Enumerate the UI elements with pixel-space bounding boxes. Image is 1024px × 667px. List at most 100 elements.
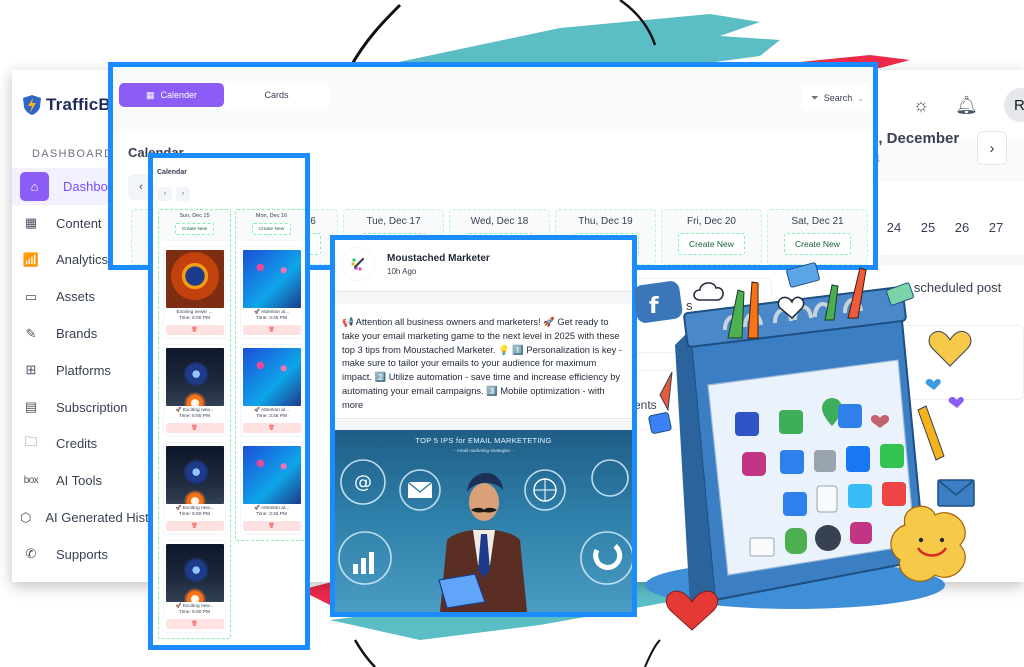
home-icon: ⌂ — [20, 171, 49, 201]
tab-label: Calender — [160, 90, 198, 100]
delete-post-button[interactable]: 🗑 — [242, 325, 301, 335]
narrow-day-date: Mon, Dec 16 — [255, 213, 288, 219]
chart-bar — [353, 564, 358, 574]
day-label: Thu, Dec 19 — [578, 216, 633, 227]
sidebar-item-label: Supports — [56, 546, 109, 562]
no-scheduled-posts-text: e scheduled post — [903, 280, 1002, 295]
prev-button[interactable]: ‹ — [158, 187, 172, 201]
day-label: Wed, Dec 18 — [470, 216, 529, 227]
at-icon: @ — [354, 472, 372, 493]
create-new-button[interactable]: Create New — [251, 223, 292, 235]
comments-label-partial: ents — [634, 398, 657, 412]
delete-post-button[interactable]: 🗑 — [165, 423, 224, 433]
post-caption: 🚀 Exciting new... — [175, 408, 214, 413]
scheduled-post-card[interactable]: Exciting news! ... Time: 5:00 PM 🗑 — [163, 246, 226, 339]
post-time: Time: 3:45 PM — [255, 512, 287, 517]
delete-post-button[interactable]: 🗑 — [165, 521, 224, 531]
sidebar-item-label: Content — [56, 215, 102, 231]
sidebar-item-credits[interactable]: 🗀 Credits — [12, 426, 152, 463]
scheduled-post-card[interactable]: 🚀 Attention al... Time: 3:45 PM 🗑 — [240, 442, 303, 535]
post-thumbnail[interactable] — [165, 544, 224, 602]
search-filter-dropdown[interactable]: ⏷ Search ⌄ — [800, 85, 870, 111]
scheduled-post-card[interactable]: 🚀 Attention al... Time: 3:45 PM 🗑 — [240, 344, 303, 437]
post-time: Time: 5:50 PM — [178, 610, 210, 615]
trash-icon: 🗑 — [268, 523, 275, 529]
trash-icon: 🗑 — [191, 327, 198, 333]
brand-logo[interactable]: TrafficBo — [22, 94, 121, 116]
post-thumbnail[interactable] — [242, 446, 301, 504]
post-thumbnail[interactable] — [242, 250, 301, 308]
chart-bar — [369, 552, 374, 574]
post-caption: 🚀 Attention al... — [253, 506, 290, 511]
next-month-button[interactable]: › — [977, 131, 1007, 165]
day-26[interactable]: 26 — [948, 213, 976, 241]
chart-bar — [361, 558, 366, 574]
scheduled-post-card[interactable]: 🚀 Exciting new... Time: 5:50 PM 🗑 — [163, 344, 226, 437]
black-arc-bottom-right — [644, 639, 661, 667]
delete-post-button[interactable]: 🗑 — [165, 325, 224, 335]
post-thumbnail[interactable] — [165, 348, 224, 406]
create-new-button[interactable]: Create New — [678, 233, 745, 255]
post-thumbnail[interactable] — [165, 446, 224, 504]
user-avatar[interactable]: R — [1004, 88, 1024, 122]
post-caption: 🚀 Attention al... — [253, 408, 290, 413]
author-name[interactable]: Moustached Marketer — [387, 253, 490, 264]
brush-logo-icon — [351, 257, 365, 271]
phone-ring — [580, 531, 632, 585]
email-marketing-illustration: @ — [338, 459, 632, 612]
folder-icon: 🗀 — [24, 433, 38, 449]
narrow-day-header: Mon, Dec 16 Create New — [236, 210, 305, 241]
create-new-button[interactable]: Create New — [784, 233, 851, 255]
trash-icon: 🗑 — [191, 425, 198, 431]
delete-post-button[interactable]: 🗑 — [242, 521, 301, 531]
day-column: Fri, Dec 20 Create New — [661, 209, 762, 265]
sidebar-item-ai-generated-history[interactable]: ⬡ AI Generated History — [12, 499, 167, 536]
delete-post-button[interactable]: 🗑 — [242, 423, 301, 433]
next-button[interactable]: › — [176, 187, 190, 201]
tab-cards[interactable]: Cards — [224, 83, 329, 107]
post-caption: 🚀 Exciting new... — [175, 604, 214, 609]
post-thumbnail[interactable] — [242, 348, 301, 406]
bell-icon[interactable]: 🔔︎ — [955, 95, 978, 116]
view-toggle: ▦ Calender Cards — [117, 81, 329, 109]
day-24[interactable]: 24 — [880, 213, 908, 241]
post-image[interactable]: TOP 5 IPS for EMAIL MARKETETING ··· emai… — [335, 430, 632, 612]
post-caption: 🚀 Attention al... — [253, 310, 290, 315]
sidebar-item-platforms[interactable]: ⊞ Platforms — [12, 352, 152, 389]
tab-calender[interactable]: ▦ Calender — [119, 83, 224, 107]
post-caption: Exciting news! ... — [176, 310, 213, 315]
black-arc-top-left — [348, 3, 402, 69]
location-ring — [591, 459, 629, 497]
sidebar-item-subscription[interactable]: ▤ Subscription — [12, 389, 152, 426]
narrow-calendar-title: Calendar — [157, 169, 187, 176]
shield-bolt-icon — [23, 95, 41, 115]
sidebar-item-label: Subscription — [56, 399, 128, 415]
post-card-panel: Moustached Marketer 10h Ago 📢 Attention … — [330, 235, 637, 617]
create-new-button[interactable]: Create New — [174, 223, 215, 235]
calendar-view-header: ▦ Calender Cards ⏷ Search ⌄ — [113, 67, 873, 131]
post-time: 10h Ago — [387, 267, 417, 276]
post-time: Time: 3:45 PM — [255, 316, 287, 321]
sidebar-item-brands[interactable]: ✎ Brands — [12, 315, 152, 352]
sidebar-item-assets[interactable]: ▭ Assets — [12, 278, 152, 315]
spacer — [335, 292, 632, 304]
teal-brush-top — [380, 14, 780, 66]
bar-chart-icon: 📶 — [22, 251, 40, 267]
post-time: Time: 5:50 PM — [178, 512, 210, 517]
sidebar-item-supports[interactable]: ✆ Supports — [12, 536, 152, 573]
trash-icon: 🗑 — [268, 327, 275, 333]
scheduled-post-card[interactable]: 🚀 Attention al... Time: 3:45 PM 🗑 — [240, 246, 303, 339]
narrow-calendar-nav: ‹ › — [158, 187, 190, 201]
day-25[interactable]: 25 — [914, 213, 942, 241]
sidebar-item-ai-tools[interactable]: box AI Tools — [12, 462, 152, 499]
day-27[interactable]: 27 — [982, 213, 1010, 241]
apps-icon: ⊞ — [25, 362, 37, 378]
post-time: Time: 5:00 PM — [178, 316, 210, 321]
post-thumbnail[interactable] — [165, 250, 224, 308]
image-icon: ▭ — [24, 288, 38, 304]
scheduled-post-card[interactable]: 🚀 Exciting new... Time: 5:50 PM 🗑 — [163, 442, 226, 535]
sun-icon[interactable]: ☼ — [913, 95, 930, 116]
scheduled-post-card[interactable]: 🚀 Exciting new... Time: 5:50 PM 🗑 — [163, 540, 226, 633]
delete-post-button[interactable]: 🗑 — [165, 619, 224, 629]
post-time: Time: 3:45 PM — [255, 414, 287, 419]
